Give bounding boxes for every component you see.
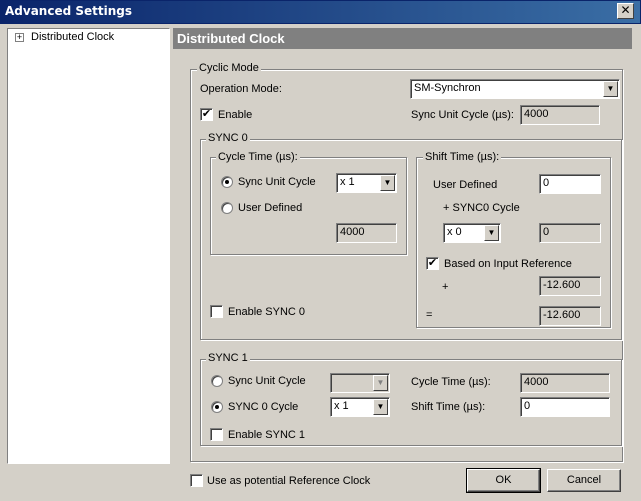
sync-unit-cycle-field[interactable]: 4000 [520, 105, 600, 125]
sync1-disabled-select[interactable]: ▼ [330, 373, 390, 393]
sync1-sync-unit-cycle-radio[interactable] [211, 375, 223, 387]
shift-equals-label: = [426, 309, 433, 321]
reference-clock-label: Use as potential Reference Clock [207, 475, 371, 487]
operation-mode-value: SM-Synchron [414, 82, 481, 94]
enable-sync1-checkbox[interactable] [210, 428, 223, 441]
sync0-user-defined-label: User Defined [238, 202, 303, 214]
sync0-cycle-time-field[interactable]: 4000 [336, 223, 397, 243]
sync0-user-defined-radio[interactable] [221, 202, 233, 214]
shift-equals-field[interactable]: -12.600 [539, 306, 601, 326]
shift-user-defined-field[interactable]: 0 [539, 174, 601, 194]
enable-sync0-checkbox[interactable] [210, 305, 223, 318]
enable-checkbox[interactable]: ✔ [200, 108, 213, 121]
reference-clock-checkbox[interactable] [190, 474, 203, 487]
operation-mode-label: Operation Mode: [200, 83, 282, 95]
chevron-down-icon[interactable]: ▼ [373, 399, 388, 415]
shift-user-defined-label: User Defined [433, 179, 498, 191]
shift-multiplier-result[interactable]: 0 [539, 223, 601, 243]
enable-sync1-label: Enable SYNC 1 [228, 429, 306, 441]
sync-unit-cycle-label: Sync Unit Cycle (µs): [411, 109, 514, 121]
sync0-cycle-time-label: Cycle Time (µs): [216, 151, 300, 163]
close-icon: ✕ [620, 3, 631, 17]
based-on-input-label: Based on Input Reference [444, 258, 572, 270]
window-title: Advanced Settings [5, 4, 133, 18]
sync1-sync0-cycle-label: SYNC 0 Cycle [228, 401, 299, 413]
sync1-sync-unit-cycle-label: Sync Unit Cycle [228, 375, 306, 387]
shift-sync0-cycle-label: + SYNC0 Cycle [443, 202, 520, 214]
sync0-sync-unit-cycle-radio[interactable] [221, 176, 233, 188]
close-button[interactable]: ✕ [617, 3, 634, 19]
sync0-shift-time-label: Shift Time (µs): [423, 151, 502, 163]
sync0-sync-unit-cycle-label: Sync Unit Cycle [238, 176, 316, 188]
sync1-sync0-cycle-radio[interactable] [211, 401, 223, 413]
sync0-multiplier-value: x 1 [340, 176, 355, 188]
sync0-multiplier-select[interactable]: x 1 ▼ [336, 173, 397, 193]
based-on-input-checkbox[interactable]: ✔ [426, 257, 439, 270]
expand-icon[interactable]: + [15, 33, 24, 42]
ok-button[interactable]: OK [466, 468, 541, 493]
sync1-cycle-time-label: Cycle Time (µs): [411, 376, 491, 388]
shift-multiplier-select[interactable]: x 0 ▼ [443, 223, 501, 243]
sync0-label: SYNC 0 [206, 132, 250, 144]
cyclic-mode-label: Cyclic Mode [197, 62, 261, 74]
sync1-shift-time-field[interactable]: 0 [520, 397, 610, 417]
enable-label: Enable [218, 109, 253, 121]
panel-title: Distributed Clock [173, 28, 632, 49]
shift-plus-field[interactable]: -12.600 [539, 276, 601, 296]
cancel-button[interactable]: Cancel [547, 469, 621, 492]
chevron-down-icon[interactable]: ▼ [484, 225, 499, 241]
chevron-down-icon[interactable]: ▼ [373, 375, 388, 391]
chevron-down-icon[interactable]: ▼ [380, 175, 395, 191]
enable-sync0-label: Enable SYNC 0 [228, 306, 306, 318]
sync1-cycle-time-field[interactable]: 4000 [520, 373, 610, 393]
operation-mode-select[interactable]: SM-Synchron ▼ [410, 79, 620, 99]
sync1-multiplier-select[interactable]: x 1 ▼ [330, 397, 390, 417]
shift-plus-label: + [442, 281, 449, 293]
sync1-label: SYNC 1 [206, 352, 250, 364]
sync1-shift-time-label: Shift Time (µs): [411, 401, 486, 413]
settings-tree[interactable]: + Distributed Clock [7, 28, 170, 464]
chevron-down-icon[interactable]: ▼ [603, 81, 618, 97]
sync1-multiplier-value: x 1 [334, 400, 349, 412]
shift-multiplier-value: x 0 [447, 226, 462, 238]
tree-item-distributed-clock[interactable]: Distributed Clock [31, 31, 114, 43]
